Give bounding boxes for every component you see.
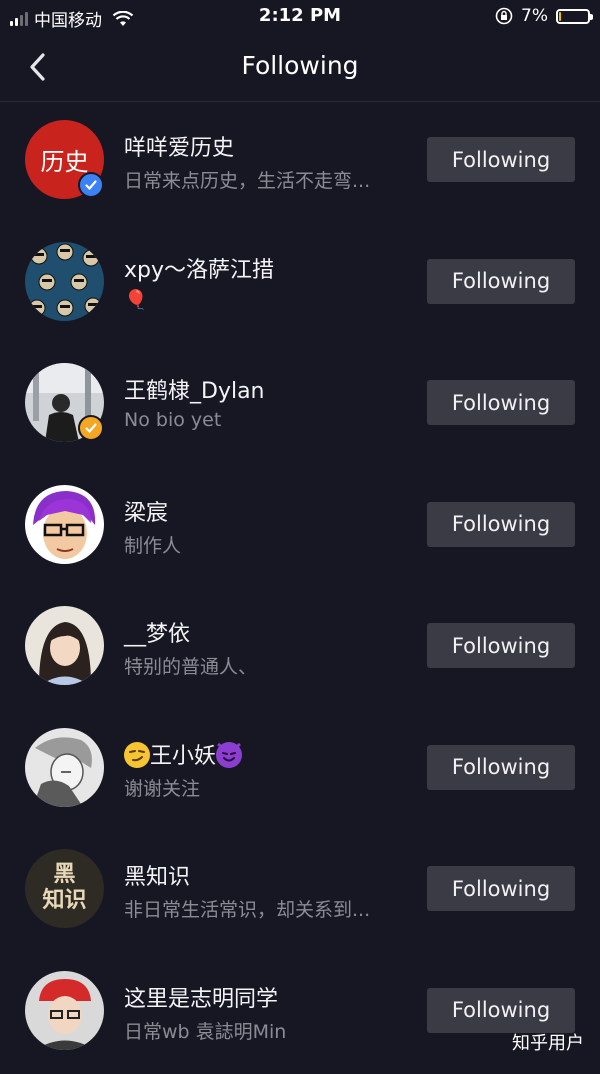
user-bio: 特别的普通人、 xyxy=(124,652,257,679)
avatar[interactable] xyxy=(25,971,104,1050)
battery-icon xyxy=(556,9,590,24)
user-name[interactable]: __梦依 xyxy=(124,616,190,648)
list-item[interactable]: 历史 咩咩爱历史 日常来点历史，生活不走弯... Following xyxy=(0,102,600,224)
user-name[interactable]: 王小妖 xyxy=(124,738,242,770)
user-name[interactable]: 这里是志明同学 xyxy=(124,981,278,1013)
list-item[interactable]: xpy～洛萨江措 🎈 Following xyxy=(0,224,600,346)
status-bar: 中国移动 2:12 PM 7% xyxy=(0,0,600,34)
following-button[interactable]: Following xyxy=(427,988,575,1033)
user-name[interactable]: 王鹤棣_Dylan xyxy=(124,373,265,405)
svg-text:黑: 黑 xyxy=(53,862,75,887)
following-button[interactable]: Following xyxy=(427,259,575,304)
following-button[interactable]: Following xyxy=(427,502,575,547)
smirk-emoji-icon xyxy=(124,742,150,768)
user-bio: 制作人 xyxy=(124,531,181,558)
verified-icon xyxy=(78,172,104,198)
status-right: 7% xyxy=(495,6,590,26)
battery-fill xyxy=(559,12,561,21)
list-item[interactable]: 黑 知识 黑知识 非日常生活常识，却关系到... Following xyxy=(0,831,600,953)
following-button[interactable]: Following xyxy=(427,380,575,425)
devil-emoji-icon xyxy=(216,742,242,768)
avatar[interactable] xyxy=(25,728,104,807)
following-button[interactable]: Following xyxy=(427,137,575,182)
list-item[interactable]: 王鹤棣_Dylan No bio yet Following xyxy=(0,345,600,467)
avatar[interactable] xyxy=(25,606,104,685)
orientation-lock-icon xyxy=(495,7,513,25)
avatar[interactable] xyxy=(25,485,104,564)
battery-percent: 7% xyxy=(521,6,548,26)
user-name[interactable]: 咩咩爱历史 xyxy=(124,130,234,162)
following-list: 历史 咩咩爱历史 日常来点历史，生活不走弯... Following xyxy=(0,102,600,1074)
following-button[interactable]: Following xyxy=(427,623,575,668)
following-button[interactable]: Following xyxy=(427,745,575,790)
user-name[interactable]: 梁宸 xyxy=(124,495,168,527)
user-name[interactable]: 黑知识 xyxy=(124,859,190,891)
list-item[interactable]: 王小妖 谢谢关注 Following xyxy=(0,710,600,832)
list-item[interactable]: 这里是志明同学 日常wb 袁誌明Min Following xyxy=(0,953,600,1074)
svg-text:知识: 知识 xyxy=(42,887,86,913)
nav-bar: Following xyxy=(0,34,600,102)
following-button[interactable]: Following xyxy=(427,866,575,911)
list-item[interactable]: __梦依 特别的普通人、 Following xyxy=(0,588,600,710)
watermark-text: 知乎用户 xyxy=(512,1029,584,1055)
avatar[interactable] xyxy=(25,242,104,321)
user-name[interactable]: xpy～洛萨江措 xyxy=(124,252,274,284)
user-bio: No bio yet xyxy=(124,409,221,431)
list-item[interactable]: 梁宸 制作人 Following xyxy=(0,467,600,589)
user-bio: 🎈 xyxy=(124,288,148,311)
page-title: Following xyxy=(0,51,600,80)
user-bio: 谢谢关注 xyxy=(124,774,200,801)
user-bio: 非日常生活常识，却关系到... xyxy=(124,895,370,922)
user-name-text: 王小妖 xyxy=(150,744,216,769)
verified-icon xyxy=(78,415,104,441)
avatar[interactable]: 黑 知识 xyxy=(25,849,104,928)
svg-text:历史: 历史 xyxy=(41,148,89,176)
user-bio: 日常来点历史，生活不走弯... xyxy=(124,166,370,193)
user-bio: 日常wb 袁誌明Min xyxy=(124,1017,286,1044)
